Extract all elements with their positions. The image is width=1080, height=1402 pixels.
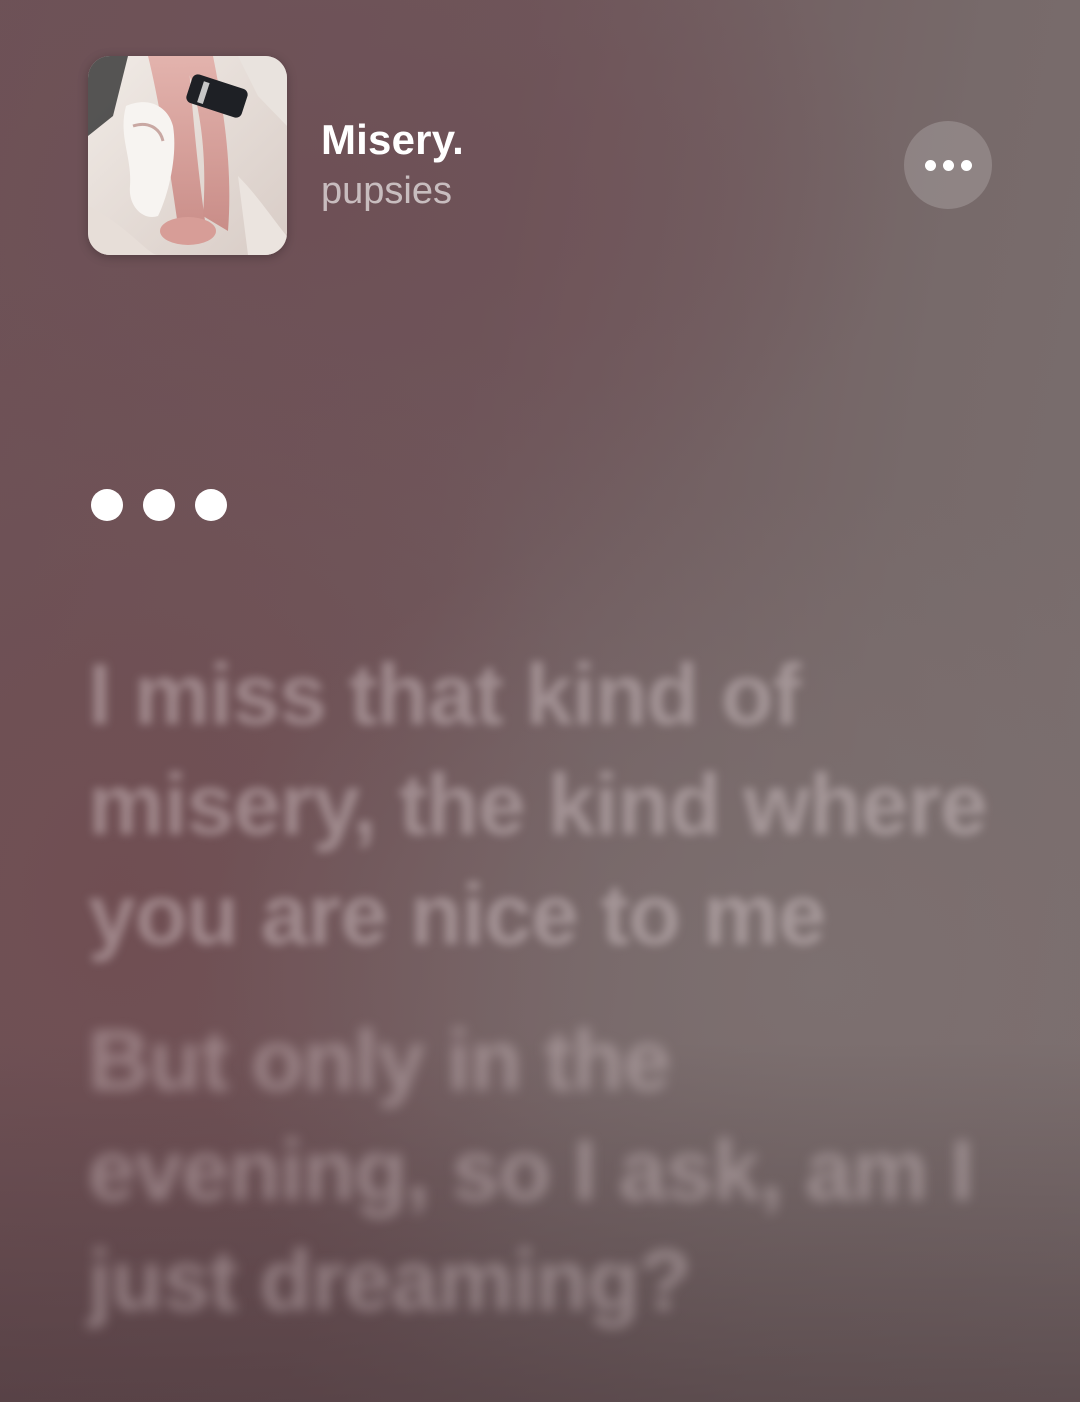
song-title[interactable]: Misery.: [321, 116, 464, 164]
now-playing-header: Misery. pupsies: [88, 56, 992, 256]
lyrics-container: I miss that kind of misery, the kind whe…: [88, 640, 988, 1336]
ellipsis-icon: [924, 159, 936, 171]
interlude-dot: [143, 489, 175, 521]
album-artwork[interactable]: [88, 56, 287, 255]
interlude-dots-icon: [91, 489, 227, 521]
ellipsis-icon: [960, 159, 972, 171]
interlude-dot: [195, 489, 227, 521]
interlude-dot: [91, 489, 123, 521]
lyric-line[interactable]: I miss that kind of misery, the kind whe…: [88, 640, 988, 970]
more-options-button[interactable]: [904, 121, 992, 209]
artist-name[interactable]: pupsies: [321, 170, 452, 213]
lyric-line[interactable]: But only in the evening, so I ask, am I …: [88, 1006, 988, 1336]
artwork-image: [88, 56, 287, 255]
ellipsis-icon: [942, 159, 954, 171]
